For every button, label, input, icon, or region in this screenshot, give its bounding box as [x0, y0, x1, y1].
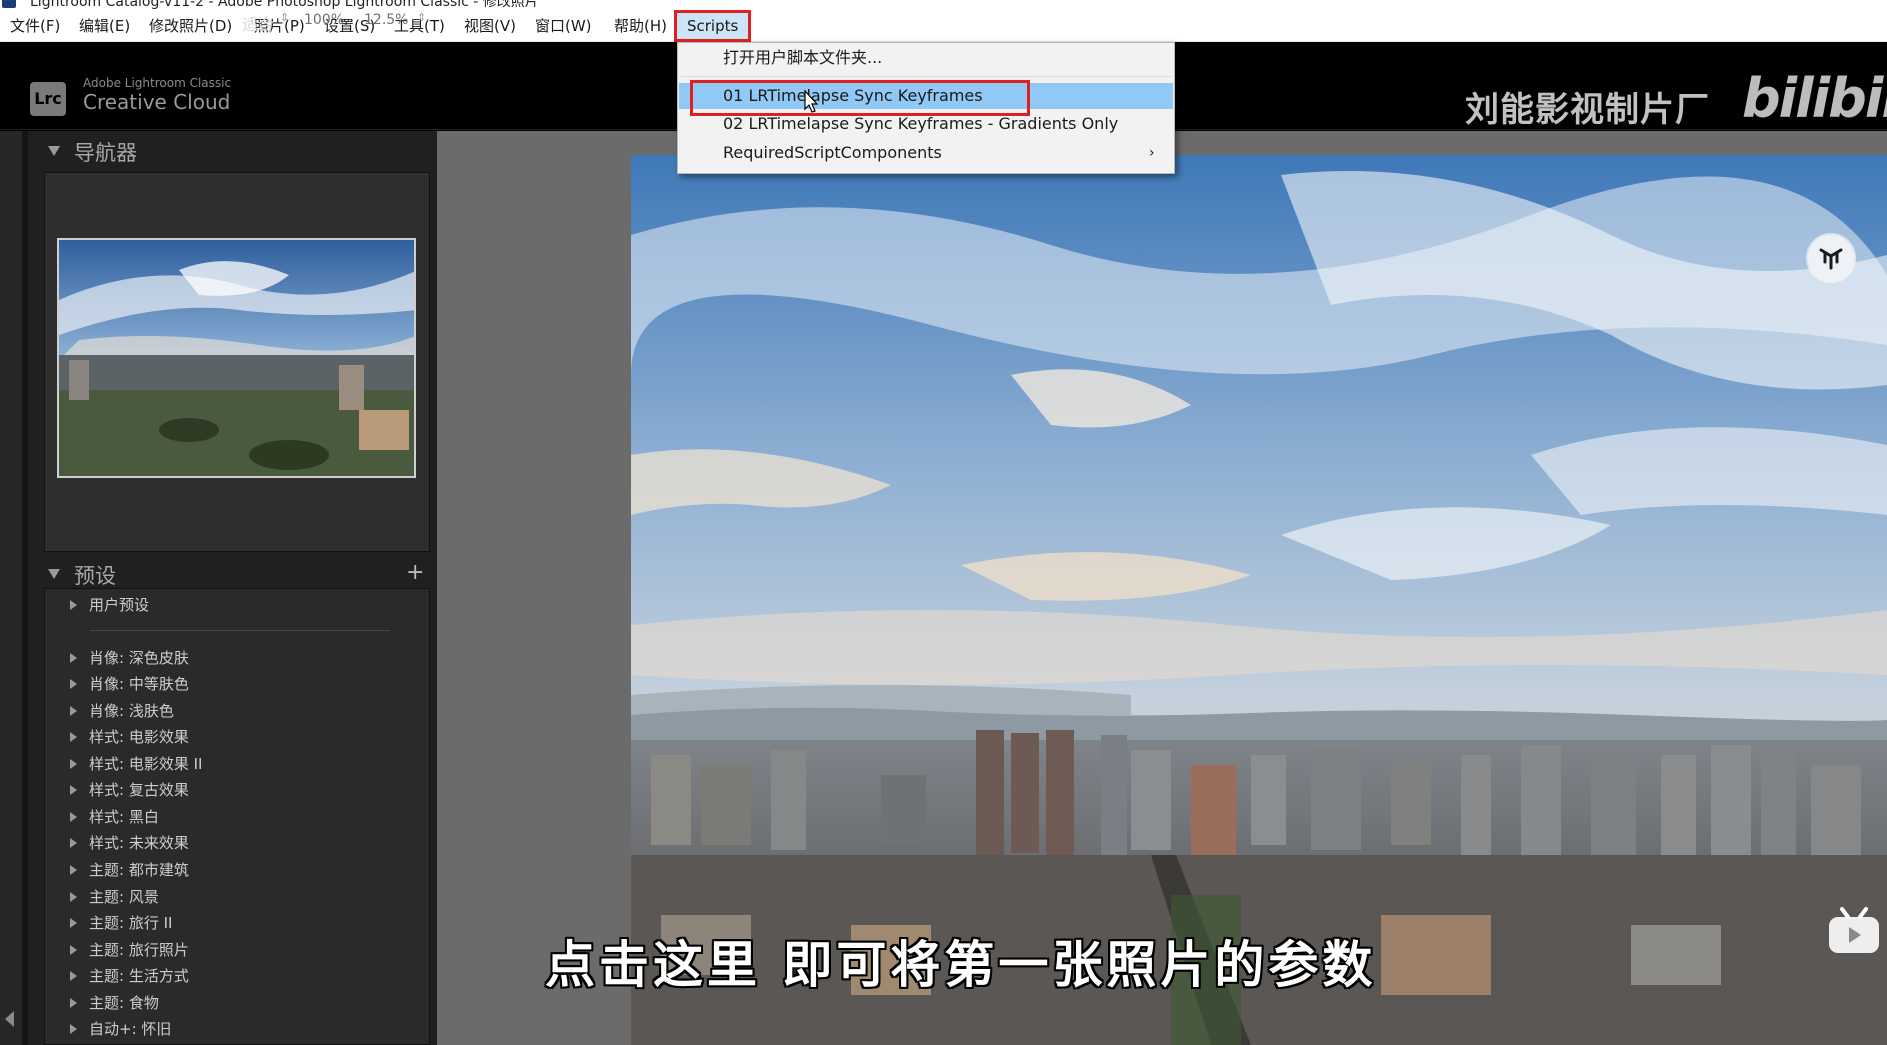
preset-label: 主题: 旅行照片	[89, 941, 189, 959]
preset-label: 样式: 黑白	[89, 808, 159, 826]
expand-arrow-icon	[70, 892, 77, 902]
preset-label: 自动+: 怀旧	[89, 1020, 172, 1038]
add-preset-icon[interactable]: +	[406, 560, 424, 585]
menu-separator	[681, 76, 1171, 77]
video-subtitle: 点击这里 即可将第一张照片的参数	[545, 936, 1377, 994]
menu-file[interactable]: 文件(F)	[8, 14, 62, 38]
expand-arrow-icon	[70, 971, 77, 981]
preset-label: 主题: 食物	[89, 994, 159, 1012]
menu-item-required-components[interactable]: RequiredScriptComponents ›	[679, 140, 1173, 166]
menu-edit[interactable]: 编辑(E)	[77, 14, 132, 38]
expand-arrow-icon	[70, 1024, 77, 1034]
channel-watermark: 刘能影视制片厂	[1465, 90, 1710, 130]
preset-label: 肖像: 中等肤色	[89, 675, 189, 693]
window-title: Lightroom Catalog-v11-2 - Adobe Photosho…	[30, 0, 539, 10]
menu-window[interactable]: 窗口(W)	[533, 14, 594, 38]
floating-assistant-icon[interactable]	[1808, 235, 1854, 281]
expand-arrow-icon	[70, 865, 77, 875]
presets-title: 预设	[74, 564, 116, 588]
preset-label: 肖像: 深色皮肤	[89, 649, 189, 667]
menu-help[interactable]: 帮助(H)	[612, 14, 669, 38]
expand-arrow-icon	[70, 679, 77, 689]
preset-label: 主题: 旅行 II	[89, 914, 173, 932]
preset-label: 主题: 都市建筑	[89, 861, 189, 879]
window-title-bar: Lightroom Catalog-v11-2 - Adobe Photosho…	[0, 0, 1887, 10]
expand-arrow-icon	[70, 945, 77, 955]
brand-cloud-name: Creative Cloud	[83, 90, 231, 114]
expand-arrow-icon	[70, 918, 77, 928]
highlight-annotation-frame	[690, 80, 1030, 116]
submenu-arrow-icon: ›	[1149, 145, 1155, 161]
collapse-left-panel-icon[interactable]	[5, 1011, 14, 1027]
bilibili-tv-icon	[1826, 905, 1882, 957]
lrc-logo: Lrc	[30, 82, 66, 116]
preset-label: 样式: 电影效果	[89, 728, 189, 746]
zoom-fit-updown-icon[interactable]: ⇕	[280, 11, 289, 24]
expand-triangle-icon	[48, 569, 60, 579]
navigator-title: 导航器	[74, 141, 137, 165]
menu-item-open-user-scripts[interactable]: 打开用户脚本文件夹...	[679, 45, 1173, 71]
bilibili-logo: bilibili	[1742, 67, 1887, 130]
expand-arrow-icon	[70, 812, 77, 822]
navigator-thumbnail[interactable]	[57, 238, 416, 478]
preset-label: 样式: 电影效果 II	[89, 755, 203, 773]
main-photo[interactable]	[631, 155, 1887, 1045]
zoom-custom-option[interactable]: 12.5%	[364, 12, 408, 28]
expand-triangle-icon	[48, 146, 60, 156]
menu-item-label: 打开用户脚本文件夹...	[723, 48, 883, 67]
preset-label: 用户预设	[89, 596, 150, 614]
expand-arrow-icon	[70, 600, 77, 610]
preset-label: 主题: 生活方式	[89, 967, 189, 985]
expand-arrow-icon	[70, 998, 77, 1008]
zoom-fit-option[interactable]: 适合	[242, 11, 274, 35]
navigator-header[interactable]: 导航器	[22, 131, 432, 171]
preset-label: 主题: 风景	[89, 888, 159, 906]
expand-arrow-icon	[70, 706, 77, 716]
expand-arrow-icon	[70, 732, 77, 742]
app-icon	[2, 0, 16, 8]
expand-arrow-icon	[70, 653, 77, 663]
expand-arrow-icon	[70, 838, 77, 848]
menu-item-label: RequiredScriptComponents	[723, 143, 942, 162]
preset-divider	[90, 630, 390, 631]
preset-label: 样式: 复古效果	[89, 781, 189, 799]
menu-develop[interactable]: 修改照片(D)	[147, 14, 234, 38]
scripts-dropdown-menu: 打开用户脚本文件夹... 01 LRTimelapse Sync Keyfram…	[677, 42, 1175, 174]
zoom-100-option[interactable]: 100%	[304, 12, 344, 28]
menu-view[interactable]: 视图(V)	[462, 14, 518, 38]
expand-arrow-icon	[70, 759, 77, 769]
menu-scripts[interactable]: Scripts	[674, 10, 752, 42]
zoom-custom-updown-icon[interactable]: ⇕	[417, 11, 426, 24]
preset-label: 样式: 未来效果	[89, 834, 189, 852]
preset-label: 肖像: 浅肤色	[89, 702, 174, 720]
expand-arrow-icon	[70, 785, 77, 795]
mouse-cursor-icon	[804, 90, 818, 113]
left-panel-edge	[0, 131, 22, 1045]
brand-product-name: Adobe Lightroom Classic	[83, 76, 232, 90]
